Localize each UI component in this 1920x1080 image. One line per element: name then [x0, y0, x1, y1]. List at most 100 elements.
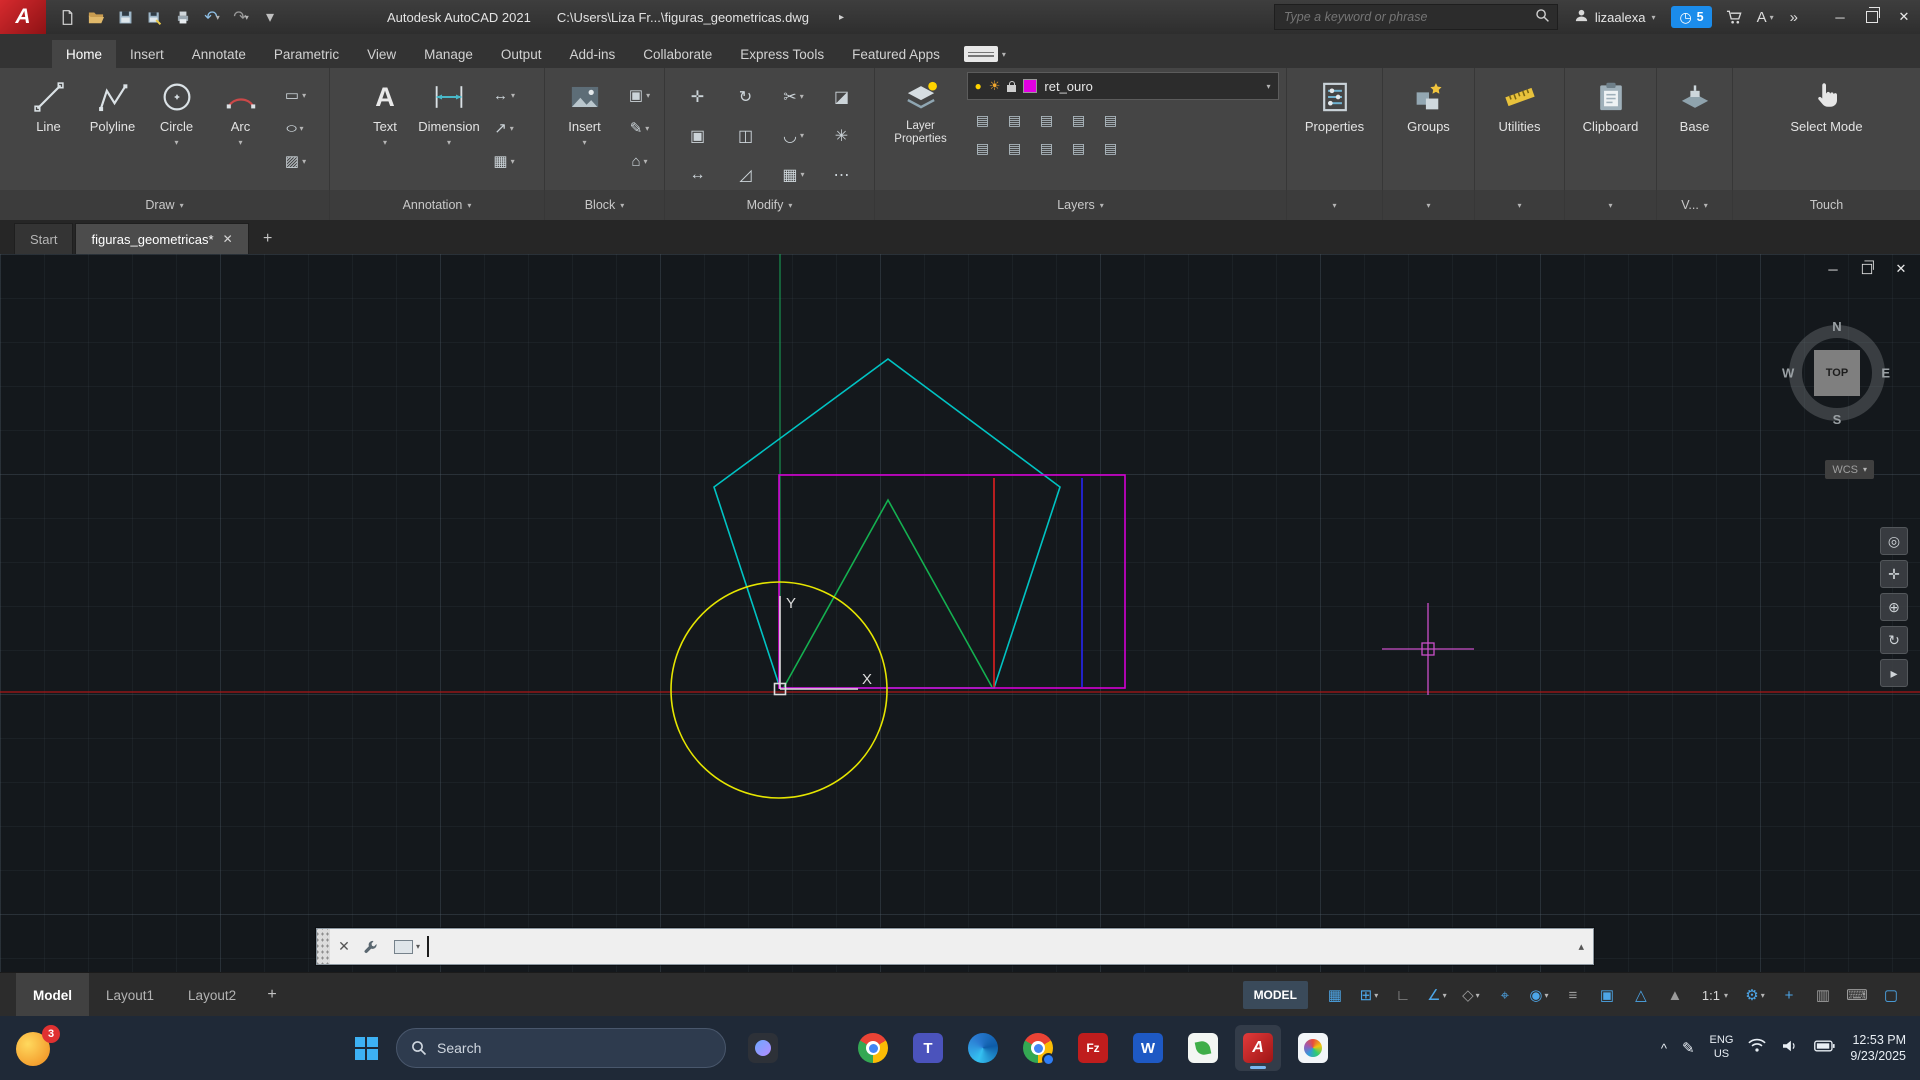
layer-match-button[interactable]: ▤: [1095, 106, 1127, 134]
panel-label-touch[interactable]: Touch: [1733, 190, 1920, 220]
panel-label-draw[interactable]: Draw ▾: [0, 190, 329, 220]
taskbar-filezilla[interactable]: Fz: [1070, 1025, 1116, 1071]
ribbon-tab-insert[interactable]: Insert: [116, 40, 178, 68]
taskbar-copilot[interactable]: [740, 1025, 786, 1071]
layer-isolate-button[interactable]: ▤: [999, 106, 1031, 134]
ribbon-tab-output[interactable]: Output: [487, 40, 556, 68]
object-snap-toggle[interactable]: ◉▾: [1524, 980, 1554, 1010]
array-button[interactable]: ▦▾: [770, 155, 818, 194]
language-indicator[interactable]: ENG US: [1710, 1034, 1734, 1062]
create-block-button[interactable]: ▣▾: [623, 81, 657, 109]
stretch-button[interactable]: ↔: [674, 155, 722, 194]
keyword-search-input[interactable]: [1282, 9, 1529, 25]
layout-tab-layout2[interactable]: Layout2: [171, 973, 253, 1017]
customize-qat-button[interactable]: ▾: [257, 4, 283, 30]
redo-button[interactable]: ↷▾: [228, 4, 254, 30]
zoom-button[interactable]: ⊕: [1880, 593, 1908, 621]
open-file-button[interactable]: [83, 4, 109, 30]
pen-icon[interactable]: ✎: [1682, 1039, 1695, 1057]
drawing-restore-icon[interactable]: [1858, 260, 1876, 278]
save-button[interactable]: [112, 4, 138, 30]
copy-button[interactable]: ▣: [674, 116, 722, 155]
model-space-button[interactable]: MODEL: [1243, 981, 1308, 1009]
table-button[interactable]: ▦▾: [487, 147, 521, 175]
volume-icon[interactable]: [1781, 1039, 1799, 1058]
panel-label-layers[interactable]: Layers ▾: [875, 190, 1286, 220]
taskbar-chrome-profile[interactable]: [1015, 1025, 1061, 1071]
file-tab-start[interactable]: Start: [14, 223, 73, 254]
groups-button[interactable]: Groups: [1397, 72, 1461, 190]
plot-button[interactable]: [170, 4, 196, 30]
circle-button[interactable]: Circle▾: [145, 72, 209, 190]
lineweight-toggle[interactable]: ≡: [1558, 980, 1588, 1010]
more-modify-button[interactable]: ⋯: [818, 155, 866, 194]
layer-on-icon[interactable]: ●: [975, 79, 982, 93]
orbit-button[interactable]: ↻: [1880, 626, 1908, 654]
snap-mode-toggle[interactable]: ⊞▾: [1354, 980, 1384, 1010]
panel-label-annotation[interactable]: Annotation ▾: [330, 190, 544, 220]
object-snap-tracking-toggle[interactable]: ⌖: [1490, 980, 1520, 1010]
notification-badge[interactable]: ◷ 5: [1671, 6, 1711, 28]
layer-thaw-icon[interactable]: ☀: [989, 78, 1001, 94]
account-menu[interactable]: lizaalexa ▾: [1574, 8, 1656, 26]
expand-toolbar-icon[interactable]: »: [1790, 9, 1798, 26]
mirror-button[interactable]: ◫: [722, 116, 770, 155]
layout-tab-layout1[interactable]: Layout1: [89, 973, 171, 1017]
ribbon-tab-manage[interactable]: Manage: [410, 40, 487, 68]
layer-color-swatch[interactable]: [1023, 79, 1037, 93]
taskbar-teams[interactable]: T: [905, 1025, 951, 1071]
layer-dropdown[interactable]: ● ☀ ret_ouro ▾: [967, 72, 1279, 100]
ribbon-tab-add-ins[interactable]: Add-ins: [555, 40, 629, 68]
panel-label-block[interactable]: Block ▾: [545, 190, 664, 220]
panel-label-groups[interactable]: ▾: [1383, 190, 1474, 220]
ribbon-tab-express-tools[interactable]: Express Tools: [726, 40, 838, 68]
layout-tab-model[interactable]: Model: [16, 973, 89, 1017]
command-wrench-icon[interactable]: [358, 939, 384, 955]
close-button[interactable]: ✕: [1888, 0, 1920, 34]
ribbon-display-toggle[interactable]: ▾: [964, 46, 1006, 62]
command-grip[interactable]: [317, 929, 330, 964]
fillet-button[interactable]: ◡▾: [770, 116, 818, 155]
magenta-rectangle[interactable]: [779, 475, 1125, 688]
taskbar-search[interactable]: Search: [396, 1028, 726, 1068]
green-zigzag[interactable]: [784, 500, 992, 687]
ortho-mode-toggle[interactable]: ∟: [1388, 980, 1418, 1010]
layer-prev-button[interactable]: ▤: [967, 134, 999, 162]
save-as-button[interactable]: [141, 4, 167, 30]
annotation-scale-button[interactable]: 1:1 ▾: [1702, 988, 1728, 1003]
clock[interactable]: 12:53 PM 9/23/2025: [1850, 1032, 1906, 1065]
hatch-button[interactable]: ▨▾: [279, 147, 313, 175]
ribbon-tab-collaborate[interactable]: Collaborate: [629, 40, 726, 68]
taskbar-edge[interactable]: [960, 1025, 1006, 1071]
taskbar-word[interactable]: W: [1125, 1025, 1171, 1071]
taskbar-chrome[interactable]: [850, 1025, 896, 1071]
selection-cycling-toggle[interactable]: ▣: [1592, 980, 1622, 1010]
pan-button[interactable]: ✛: [1880, 560, 1908, 588]
erase-button[interactable]: ◪: [818, 77, 866, 116]
taskbar-file-explorer[interactable]: [795, 1025, 841, 1071]
scale-button[interactable]: ◿: [722, 155, 770, 194]
utilities-button[interactable]: Utilities: [1488, 72, 1552, 190]
showmotion-button[interactable]: ▸: [1880, 659, 1908, 687]
taskbar-photos[interactable]: [1290, 1025, 1336, 1071]
base-button[interactable]: Base: [1663, 72, 1727, 190]
drawing-minimize-icon[interactable]: ─: [1824, 260, 1842, 278]
ribbon-tab-view[interactable]: View: [353, 40, 410, 68]
search-icon[interactable]: [1535, 8, 1550, 26]
select-mode-button[interactable]: Select Mode: [1782, 72, 1872, 190]
drawing-close-icon[interactable]: ✕: [1892, 260, 1910, 278]
dimension-button[interactable]: Dimension▾: [417, 72, 481, 190]
panel-label-properties[interactable]: ▾: [1287, 190, 1382, 220]
battery-icon[interactable]: [1814, 1039, 1835, 1057]
touch-keyboard-toggle[interactable]: ⌨: [1842, 980, 1872, 1010]
annotation-autoscale-toggle[interactable]: ▲: [1660, 980, 1690, 1010]
layer-properties-button[interactable]: Layer Properties: [883, 72, 959, 190]
polar-tracking-toggle[interactable]: ∠▾: [1422, 980, 1452, 1010]
widgets-button[interactable]: 3: [16, 1028, 56, 1068]
wifi-icon[interactable]: [1748, 1038, 1766, 1058]
panel-label-clipboard[interactable]: ▾: [1565, 190, 1656, 220]
taskbar-autocad[interactable]: A: [1235, 1025, 1281, 1071]
grid-display-toggle[interactable]: ▦: [1320, 980, 1350, 1010]
panel-label-utilities[interactable]: ▾: [1475, 190, 1564, 220]
ribbon-tab-featured-apps[interactable]: Featured Apps: [838, 40, 954, 68]
